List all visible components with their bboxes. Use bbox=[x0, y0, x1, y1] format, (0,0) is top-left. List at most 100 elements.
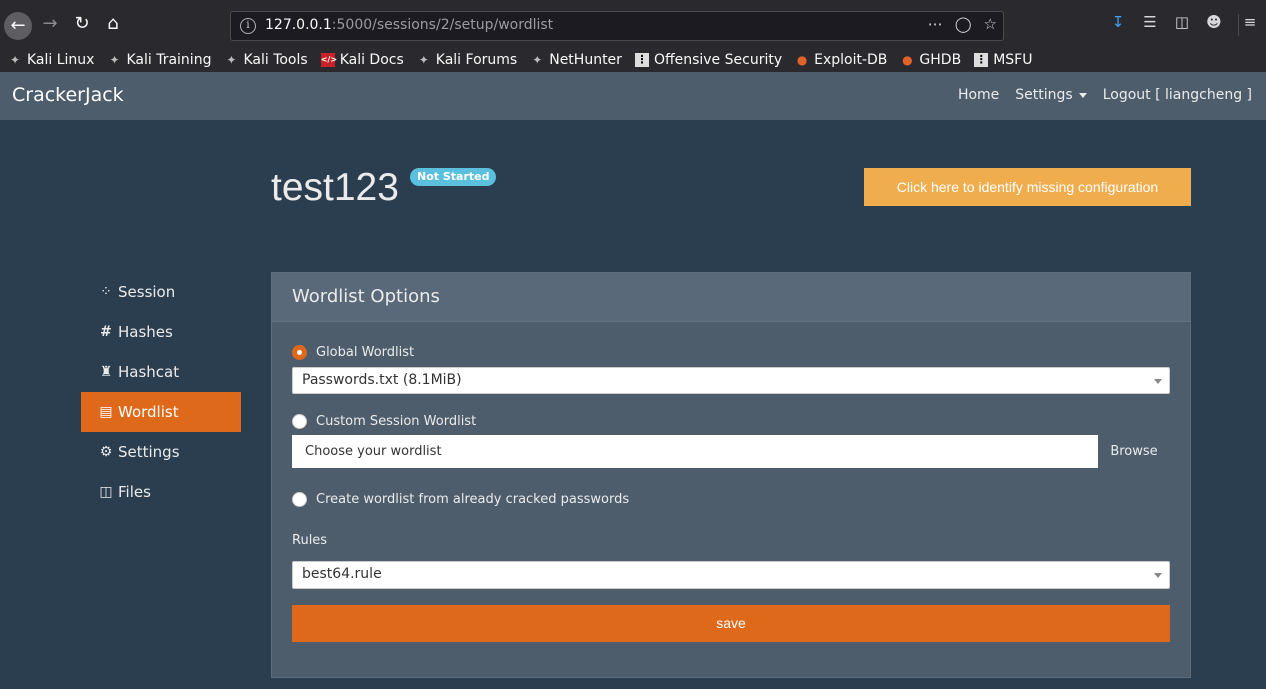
kali-dragon-icon: ✦ bbox=[109, 52, 120, 67]
nav-settings-dropdown[interactable]: Settings bbox=[1015, 87, 1087, 103]
bookmark-label: Kali Linux bbox=[27, 51, 95, 68]
gear-icon: ⚙ bbox=[99, 444, 113, 460]
hamburger-menu-icon[interactable]: ≡ bbox=[1234, 13, 1266, 31]
exploitdb-icon: ● bbox=[796, 52, 808, 67]
sidebar-item-label: Files bbox=[118, 483, 151, 501]
cat-icon: ♜ bbox=[99, 364, 113, 380]
sidebar-item-hashcat[interactable]: ♜ Hashcat bbox=[81, 352, 241, 392]
bookmarks-bar: ✦ Kali Linux ✦ Kali Training ✦ Kali Tools <… bbox=[0, 47, 1266, 72]
bookmark-ghdb[interactable]: ● GHDB bbox=[900, 52, 961, 68]
kali-dragon-icon: ✦ bbox=[9, 52, 21, 67]
bookmark-kali-training[interactable]: ✦ Kali Training bbox=[107, 52, 211, 68]
bookmark-kali-linux[interactable]: ✦ Kali Linux bbox=[8, 51, 95, 68]
wordlist-options-panel: Wordlist Options Global Wordlist Passwor… bbox=[271, 272, 1191, 678]
nav-settings-label: Settings bbox=[1015, 87, 1073, 103]
bookmark-kali-tools[interactable]: ✦ Kali Tools bbox=[224, 52, 307, 68]
global-wordlist-value: Passwords.txt (8.1MiB) bbox=[302, 372, 462, 388]
exploitdb-icon: ● bbox=[902, 52, 913, 67]
forward-arrow-icon[interactable]: → bbox=[38, 12, 62, 36]
kali-dragon-icon: ✦ bbox=[418, 52, 429, 67]
sidebar-item-label: Settings bbox=[118, 443, 180, 461]
rules-label: Rules bbox=[292, 533, 328, 548]
info-icon[interactable]: i bbox=[240, 18, 256, 34]
custom-wordlist-radio[interactable] bbox=[292, 414, 307, 429]
url-text[interactable]: 127.0.0.1:5000/sessions/2/setup/wordlist bbox=[265, 17, 553, 33]
caret-down-icon bbox=[1154, 379, 1162, 384]
sidebar: ⁘ Session # Hashes ♜ Hashcat ▤ Wordlist ⚙ Set… bbox=[81, 272, 241, 512]
more-actions-icon[interactable]: ⋯ bbox=[928, 15, 943, 33]
panel-title: Wordlist Options bbox=[292, 286, 440, 307]
rules-value: best64.rule bbox=[302, 566, 382, 582]
custom-wordlist-label: Custom Session Wordlist bbox=[316, 414, 477, 429]
spinner-icon: ⁘ bbox=[100, 284, 112, 300]
folder-icon: ◫ bbox=[99, 484, 113, 500]
sidebar-item-wordlist[interactable]: ▤ Wordlist bbox=[81, 392, 241, 432]
panel-heading: Wordlist Options bbox=[272, 273, 1190, 322]
offsec-icon: ⋮ bbox=[974, 52, 989, 67]
wordlist-file-input[interactable]: Choose your wordlist bbox=[292, 435, 1098, 468]
bookmark-msfu[interactable]: ⋮ MSFU bbox=[974, 52, 1032, 68]
bookmark-label: Exploit-DB bbox=[814, 51, 888, 68]
global-wordlist-option[interactable]: Global Wordlist bbox=[292, 345, 414, 360]
bookmark-offensive-security[interactable]: ⋮ Offensive Security bbox=[634, 51, 783, 68]
page-title: test123 bbox=[271, 166, 399, 209]
sidebar-item-settings[interactable]: ⚙ Settings bbox=[81, 432, 241, 472]
custom-wordlist-option[interactable]: Custom Session Wordlist bbox=[292, 414, 476, 429]
app-navbar: CrackerJack Home Settings Logout [ liang… bbox=[0, 72, 1266, 120]
caret-down-icon bbox=[1078, 92, 1087, 98]
rules-select[interactable]: best64.rule bbox=[292, 561, 1170, 589]
bookmark-label: Kali Training bbox=[126, 51, 212, 68]
nav-logout-link[interactable]: Logout [ liangcheng ] bbox=[1103, 87, 1252, 103]
bookmark-nethunter[interactable]: ✦ NetHunter bbox=[530, 52, 622, 68]
sidebar-toggle-icon[interactable]: ◫ bbox=[1166, 13, 1198, 31]
sidebar-item-label: Hashcat bbox=[118, 363, 180, 381]
global-wordlist-select[interactable]: Passwords.txt (8.1MiB) bbox=[292, 367, 1170, 394]
sidebar-item-hashes[interactable]: # Hashes bbox=[81, 312, 241, 352]
sidebar-item-files[interactable]: ◫ Files bbox=[81, 472, 241, 512]
sidebar-item-session[interactable]: ⁘ Session bbox=[81, 272, 241, 312]
bookmark-label: GHDB bbox=[919, 51, 962, 68]
status-badge: Not Started bbox=[410, 168, 497, 186]
hash-icon: # bbox=[100, 324, 112, 340]
bookmark-kali-forums[interactable]: ✦ Kali Forums bbox=[417, 52, 517, 68]
pocket-icon[interactable]: ◯ bbox=[955, 15, 972, 33]
bookmark-label: Kali Forums bbox=[435, 51, 518, 68]
cracked-wordlist-radio[interactable] bbox=[292, 492, 307, 507]
bookmark-label: NetHunter bbox=[549, 51, 622, 68]
offsec-icon: ⋮ bbox=[634, 52, 649, 67]
missing-configuration-button[interactable]: Click here to identify missing configura… bbox=[864, 168, 1191, 206]
global-wordlist-label: Global Wordlist bbox=[316, 345, 415, 360]
url-path: :5000/sessions/2/setup/wordlist bbox=[331, 17, 554, 33]
reload-icon[interactable]: ↻ bbox=[70, 12, 94, 36]
kali-docs-icon: </> bbox=[320, 52, 337, 67]
caret-down-icon bbox=[1154, 573, 1162, 578]
bookmark-star-icon[interactable]: ☆ bbox=[984, 15, 997, 33]
home-icon[interactable]: ⌂ bbox=[101, 12, 125, 36]
cracked-wordlist-option[interactable]: Create wordlist from already cracked pas… bbox=[292, 492, 629, 507]
browser-toolbar: ← → ↻ ⌂ i 127.0.0.1:5000/sessions/2/setu… bbox=[0, 0, 1266, 47]
browse-button[interactable]: Browse bbox=[1098, 435, 1170, 468]
account-icon[interactable]: ☻ bbox=[1198, 13, 1230, 31]
library-icon[interactable]: ☰ bbox=[1134, 13, 1166, 31]
bookmark-label: Offensive Security bbox=[653, 51, 783, 68]
back-arrow-icon[interactable]: ← bbox=[4, 12, 32, 40]
url-bar[interactable]: i 127.0.0.1:5000/sessions/2/setup/wordli… bbox=[230, 11, 1004, 41]
sidebar-item-label: Hashes bbox=[118, 323, 173, 341]
bookmark-kali-docs[interactable]: </> Kali Docs bbox=[320, 51, 404, 68]
kali-dragon-icon: ✦ bbox=[226, 52, 237, 67]
save-button[interactable]: save bbox=[292, 605, 1170, 642]
nethunter-icon: ✦ bbox=[532, 52, 543, 67]
sidebar-item-label: Session bbox=[118, 283, 176, 301]
cracked-wordlist-label: Create wordlist from already cracked pas… bbox=[316, 492, 630, 507]
bookmark-exploit-db[interactable]: ● Exploit-DB bbox=[795, 51, 888, 68]
brand-link[interactable]: CrackerJack bbox=[12, 84, 124, 106]
bookmark-label: Kali Tools bbox=[243, 51, 308, 68]
global-wordlist-radio[interactable] bbox=[292, 345, 307, 360]
file-icon: ▤ bbox=[99, 404, 113, 420]
download-icon[interactable]: ↧ bbox=[1102, 13, 1134, 31]
sidebar-item-label: Wordlist bbox=[118, 403, 179, 421]
nav-home-link[interactable]: Home bbox=[958, 87, 999, 103]
url-host: 127.0.0.1 bbox=[265, 17, 332, 33]
bookmark-label: MSFU bbox=[993, 51, 1033, 68]
bookmark-label: Kali Docs bbox=[339, 51, 404, 68]
